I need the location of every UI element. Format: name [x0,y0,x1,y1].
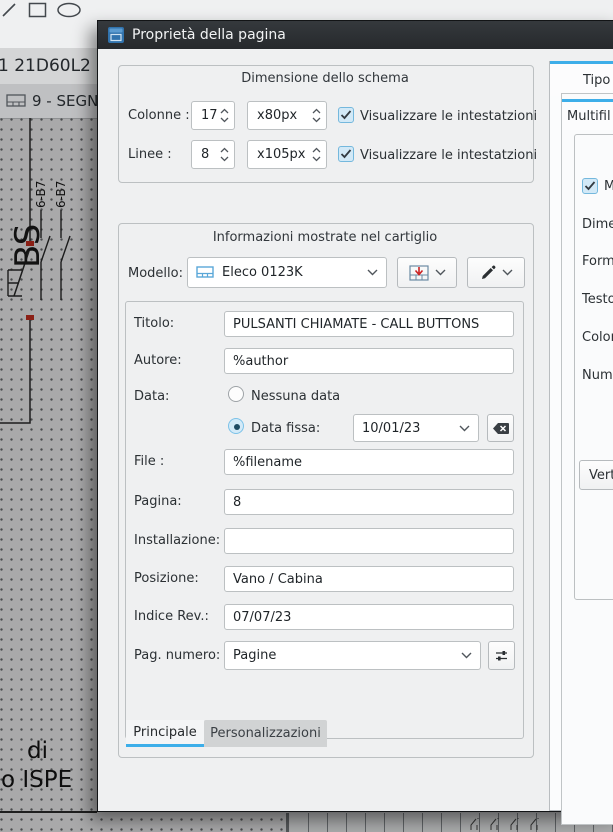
rows-size-spinbox[interactable]: x105px [247,140,327,169]
note-line: o ISPE [1,767,73,793]
rows-headers-label: Visualizzare le intestatzioni [360,148,538,163]
conductor-checkbox-label: M [604,179,613,194]
chevron-down-icon [435,269,445,276]
columns-headers-label: Visualizzare le intestatzioni [360,109,538,124]
tab-principale[interactable]: Principale [126,720,204,747]
wire-label: 6-B7 [34,180,48,208]
installation-input[interactable] [224,528,514,554]
info-group-title: Informazioni mostrate nel cartiglio [212,230,438,245]
date-label: Data: [134,389,170,404]
rp-label-color: Colore [582,330,613,345]
rows-label: Linee : [128,147,172,162]
file-input[interactable]: %filename [224,449,514,475]
check-icon [584,181,596,191]
tab-multifil[interactable]: Multifil [562,99,613,130]
location-input[interactable]: Vano / Cabina [224,566,514,592]
title-input[interactable]: PULSANTI CHIAMATE - CALL BUTTONS [224,311,514,337]
author-label: Autore: [134,353,182,368]
titleblock-template-value: Eleco 0123K [222,265,303,280]
rows-count-spinbox[interactable]: 8 [191,140,235,169]
clear-date-button[interactable] [487,414,514,442]
tab-personalizzazioni[interactable]: Personalizzazioni [204,720,327,747]
conductor-checkbox[interactable] [582,178,598,194]
rp-label-text: Testo: [582,292,613,307]
spin-down-icon[interactable] [220,117,229,123]
fixed-date-label: Data fissa: [251,421,321,436]
columns-headers-checkbox[interactable] [338,107,354,123]
app-screen: I1 21D60L2 DVR 9 - SEGNALA 6-B7 6-B7 BS … [0,0,613,832]
spin-up-icon[interactable] [312,108,321,114]
no-date-label: Nessuna data [251,389,341,404]
titleblock-template-combobox[interactable]: Eleco 0123K [187,257,387,288]
titleblock-grid-edge [286,813,289,832]
check-icon [340,110,352,120]
wire-label: 6-B7 [54,180,68,208]
author-input[interactable]: %author [224,348,514,374]
apply-titleblock-button[interactable] [397,257,457,288]
titleblock-icon [6,94,26,107]
wire-corner [0,320,31,424]
rp-label-dimensions: Dimen [582,217,613,232]
title-label: Titolo: [134,316,175,331]
page-properties-dialog: Proprietà della pagina Dimensione dello … [97,20,613,825]
check-icon [340,149,352,159]
edit-pencil-icon [481,265,495,279]
line-tool-icon[interactable] [1,2,17,18]
note-line: di [27,738,48,764]
schematic-frame-line [0,811,97,813]
chevron-down-icon [502,269,512,276]
size-group-title: Dimensione dello schema [241,71,409,86]
spin-up-icon[interactable] [220,147,229,153]
location-label: Posizione: [134,571,199,586]
rows-headers-checkbox[interactable] [338,146,354,162]
dialog-titlebar[interactable]: Proprietà della pagina [98,21,613,49]
installation-label: Installazione: [134,533,221,548]
clear-backspace-icon [492,422,509,434]
columns-count-spinbox[interactable]: 17 [191,101,235,130]
page-properties-icon [108,27,124,43]
page-label: Pagina: [134,494,182,509]
ellipse-tool-icon[interactable] [56,2,82,18]
rev-index-label: Indice Rev.: [134,609,209,624]
vertical-button[interactable]: Verti [579,460,613,490]
chevron-down-icon [461,652,472,659]
page-input[interactable]: 8 [224,489,514,515]
chevron-down-icon [459,425,470,431]
terminal-mark [26,315,34,320]
page-number-combobox[interactable]: Pagine [224,641,481,670]
edit-titleblock-button[interactable] [467,257,525,288]
insert-titleblock-icon [408,264,429,281]
adjust-sliders-icon [496,651,507,661]
page-number-settings-button[interactable] [488,641,515,670]
chevron-down-icon [367,269,378,276]
no-date-radio[interactable] [228,386,244,402]
tab-tipo[interactable]: Tipo [550,61,613,96]
component-label: BS [8,223,48,268]
schematic-symbols [0,118,71,424]
mini-contact-symbols [470,818,539,830]
rev-index-input[interactable]: 07/07/23 [224,604,514,630]
rp-label-formula: Formu [582,254,613,269]
page-number-label: Pag. numero: [134,648,221,663]
spin-down-icon[interactable] [220,156,229,162]
rect-tool-icon[interactable] [28,2,47,18]
file-label: File : [134,454,165,469]
columns-label: Colonne : [128,108,190,123]
date-combobox[interactable]: 10/01/23 [353,414,479,442]
titleblock-icon [196,266,214,278]
model-label: Modello: [128,266,183,281]
spin-down-icon[interactable] [312,156,321,162]
rp-label-number: Nume [582,368,613,383]
date-value: 10/01/23 [362,420,421,436]
spin-up-icon[interactable] [312,147,321,153]
spin-up-icon[interactable] [220,108,229,114]
contact-symbol [60,210,71,300]
fixed-date-radio[interactable] [228,418,244,434]
spin-down-icon[interactable] [312,117,321,123]
columns-size-spinbox[interactable]: x80px [247,101,327,130]
dialog-title: Proprietà della pagina [132,27,286,43]
conductor-options-group [574,134,613,600]
